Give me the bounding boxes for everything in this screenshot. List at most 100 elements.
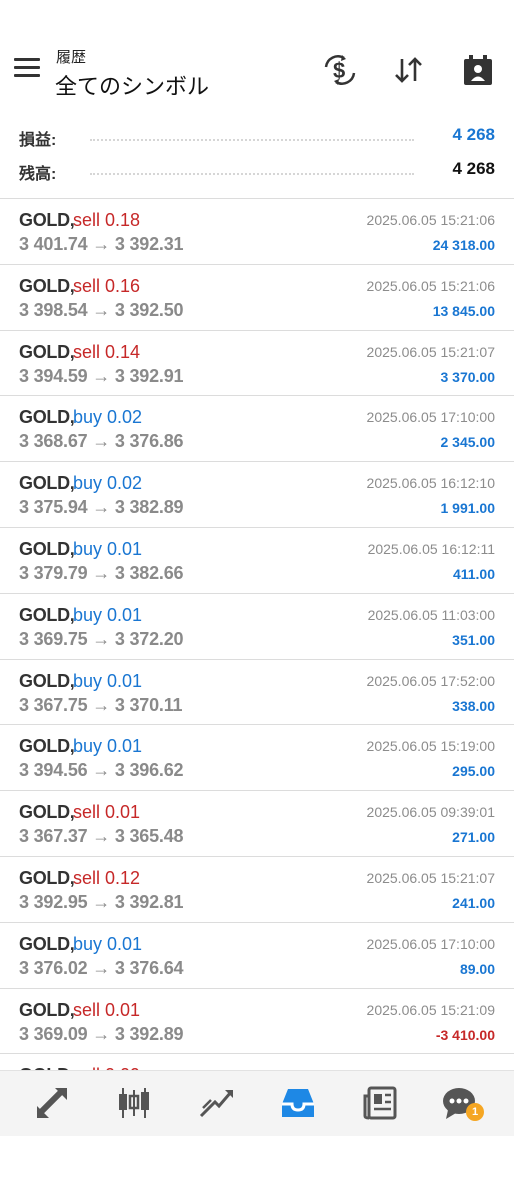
history-icon[interactable] xyxy=(276,1083,320,1123)
profit-label: 損益: xyxy=(19,132,57,149)
trade-profit: 89.00 xyxy=(459,960,495,977)
balance-value: 4 268 xyxy=(452,159,495,178)
currency-exchange-icon[interactable]: $ xyxy=(320,50,360,90)
trade-time: 2025.06.05 15:21:07 xyxy=(366,869,495,886)
trade-time: 2025.06.05 17:10:00 xyxy=(366,409,495,426)
trade-profit: 338.00 xyxy=(452,697,495,714)
balance-summary-row: 残高: 4 268 xyxy=(0,156,514,186)
trade-prices: 3 369.09 → 3 392.89 xyxy=(19,1023,184,1044)
trade-profit: 13 845.00 xyxy=(432,302,495,319)
trade-symbol: GOLD, xyxy=(19,736,75,757)
profit-summary-row: 損益: 4 268 xyxy=(0,122,514,152)
trade-side-volume: sell 0.16 xyxy=(73,275,141,296)
trade-time: 2025.06.05 17:10:00 xyxy=(366,935,495,952)
trade-symbol: GOLD, xyxy=(19,407,75,428)
chart-candles-icon[interactable] xyxy=(112,1083,156,1123)
trade-time: 2025.06.05 11:03:00 xyxy=(367,606,495,623)
trade-profit: 295.00 xyxy=(452,763,495,780)
trade-profit: 241.00 xyxy=(452,894,495,911)
trade-side-volume: sell 0.14 xyxy=(73,341,141,362)
trade-prices: 3 367.75 → 3 370.11 xyxy=(19,694,183,715)
bottom-tab-bar: 1 xyxy=(0,1070,514,1136)
trade-symbol: GOLD, xyxy=(19,473,75,494)
dotted-leader xyxy=(90,139,414,141)
trade-row[interactable]: GOLD, buy 0.01 3 394.56 → 3 396.62 2025.06.… xyxy=(0,725,514,792)
messages-badge: 1 xyxy=(466,1103,484,1121)
trade-side-volume: buy 0.01 xyxy=(73,736,143,757)
trade-row[interactable]: GOLD, sell 0.18 3 401.74 → 3 392.31 2025.06… xyxy=(0,199,514,265)
trade-history-list[interactable]: GOLD, sell 0.18 3 401.74 → 3 392.31 2025.06… xyxy=(0,198,514,1070)
trade-symbol: GOLD, xyxy=(19,604,75,625)
trade-time: 2025.06.05 15:21:06 xyxy=(366,277,495,294)
trade-symbol: GOLD, xyxy=(19,933,75,954)
trade-profit: 2 345.00 xyxy=(440,434,496,451)
trade-side-volume: buy 0.01 xyxy=(73,670,143,691)
trade-icon[interactable] xyxy=(194,1083,238,1123)
dotted-leader xyxy=(90,173,414,175)
page-title[interactable]: 全てのシンボル xyxy=(55,69,209,101)
trade-symbol: GOLD, xyxy=(19,538,75,559)
trade-row[interactable]: GOLD, sell 0.14 3 394.59 → 3 392.91 2025.06… xyxy=(0,331,514,397)
trade-profit: 24 318.00 xyxy=(432,237,495,253)
trade-time: 2025.06.05 15:19:00 xyxy=(366,738,495,755)
trade-prices: 3 375.94 → 3 382.89 xyxy=(19,497,184,518)
trade-time: 2025.06.05 15:21:09 xyxy=(366,1001,495,1018)
trade-symbol: GOLD, xyxy=(19,802,75,823)
trade-side-volume: sell 0.01 xyxy=(73,802,141,823)
trade-prices: 3 392.95 → 3 392.81 xyxy=(19,891,184,912)
trade-symbol: GOLD, xyxy=(19,999,75,1020)
trade-side-volume: buy 0.01 xyxy=(73,538,143,559)
trade-profit: 1 991.00 xyxy=(440,500,496,517)
trade-symbol: GOLD, xyxy=(19,341,75,362)
trade-profit: 351.00 xyxy=(452,631,495,648)
trade-row[interactable]: GOLD, buy 0.02 3 368.67 → 3 376.86 2025.06.… xyxy=(0,396,514,463)
trade-time: 2025.06.05 09:39:01 xyxy=(366,804,495,821)
trade-row[interactable]: GOLD, sell 0.01 3 367.37 → 3 365.48 2025.06… xyxy=(0,791,514,857)
trade-row[interactable]: GOLD, sell 0.01 3 369.09 → 3 392.89 2025.06… xyxy=(0,989,514,1055)
trade-time: 2025.06.05 15:21:07 xyxy=(366,343,495,360)
app-header: 履歴 全てのシンボル $ xyxy=(0,0,514,112)
trade-time: 2025.06.05 16:12:11 xyxy=(367,540,495,557)
trade-symbol: GOLD, xyxy=(19,670,75,691)
trade-row[interactable]: GOLD,sell 0.092025.06.05 15:21:09 xyxy=(0,1054,514,1070)
trade-symbol: GOLD, xyxy=(19,867,75,888)
header-subtitle: 履歴 xyxy=(56,49,87,66)
trade-time: 2025.06.05 16:12:10 xyxy=(366,475,495,492)
trade-side-volume: buy 0.02 xyxy=(73,473,143,494)
trade-profit: 271.00 xyxy=(452,829,495,846)
quotes-icon[interactable] xyxy=(30,1083,74,1123)
trade-time: 2025.06.05 15:21:06 xyxy=(366,212,495,228)
sort-icon[interactable] xyxy=(389,50,429,90)
trade-prices: 3 394.59 → 3 392.91 xyxy=(19,365,184,386)
trade-profit: 3 370.00 xyxy=(440,368,496,385)
menu-icon[interactable] xyxy=(14,58,40,80)
trade-row[interactable]: GOLD, buy 0.01 3 369.75 → 3 372.20 2025.06.… xyxy=(0,594,514,660)
trade-time: 2025.06.05 17:52:00 xyxy=(366,672,495,689)
trade-row[interactable]: GOLD, sell 0.16 3 398.54 → 3 392.50 2025.06… xyxy=(0,265,514,331)
trade-side-volume: buy 0.01 xyxy=(73,604,143,625)
trade-profit: 411.00 xyxy=(452,565,495,582)
trade-profit: -3 410.00 xyxy=(435,1026,495,1043)
svg-text:$: $ xyxy=(333,58,345,83)
trade-prices: 3 369.75 → 3 372.20 xyxy=(19,628,184,649)
trade-symbol: GOLD, xyxy=(19,210,75,230)
news-icon[interactable] xyxy=(358,1083,402,1123)
trade-row[interactable]: GOLD, buy 0.01 3 367.75 → 3 370.11 2025.06.… xyxy=(0,660,514,726)
trade-prices: 3 376.02 → 3 376.64 xyxy=(19,957,184,978)
summary-panel: 損益: 4 268 残高: 4 268 xyxy=(0,120,514,198)
trade-prices: 3 398.54 → 3 392.50 xyxy=(19,299,184,320)
calendar-person-icon[interactable] xyxy=(458,50,498,90)
trade-prices: 3 401.74 → 3 392.31 xyxy=(19,234,184,254)
trade-prices: 3 368.67 → 3 376.86 xyxy=(19,431,184,452)
trade-side-volume: buy 0.02 xyxy=(73,407,143,428)
trade-side-volume: sell 0.12 xyxy=(73,867,141,888)
balance-label: 残高: xyxy=(19,166,57,183)
trade-side-volume: buy 0.01 xyxy=(73,933,143,954)
trade-side-volume: sell 0.01 xyxy=(73,999,141,1020)
messages-icon[interactable]: 1 xyxy=(434,1083,484,1123)
trade-row[interactable]: GOLD, buy 0.01 3 379.79 → 3 382.66 2025.06.… xyxy=(0,528,514,594)
trade-row[interactable]: GOLD, sell 0.12 3 392.95 → 3 392.81 2025.06… xyxy=(0,857,514,923)
trade-row[interactable]: GOLD, buy 0.01 3 376.02 → 3 376.64 2025.06.… xyxy=(0,923,514,989)
trade-prices: 3 379.79 → 3 382.66 xyxy=(19,562,184,583)
trade-row[interactable]: GOLD, buy 0.02 3 375.94 → 3 382.89 2025.06.… xyxy=(0,462,514,528)
